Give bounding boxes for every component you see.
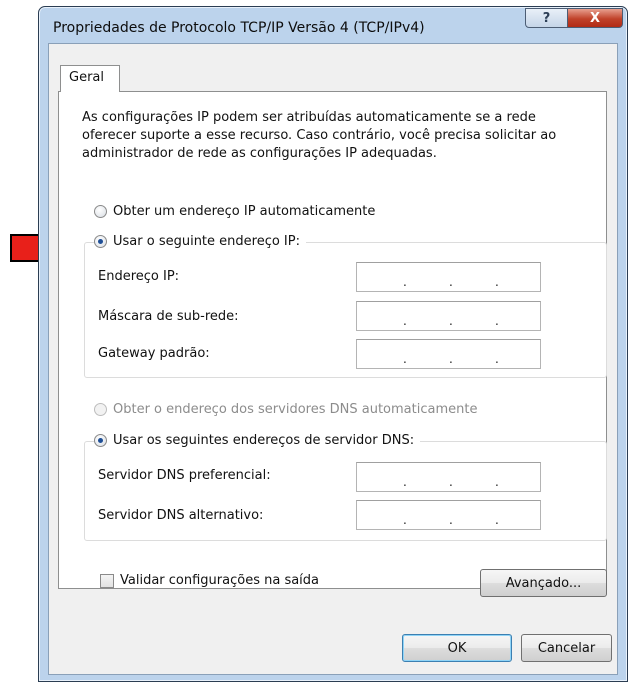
cancel-button[interactable]: Cancelar <box>521 634 612 662</box>
dns-auto-radio[interactable]: Obter o endereço dos servidores DNS auto… <box>94 399 484 419</box>
ip-address-input[interactable]: ... <box>356 262 541 292</box>
tab-geral[interactable]: Geral <box>60 65 120 92</box>
advanced-button[interactable]: Avançado... <box>480 569 607 597</box>
subnet-mask-input[interactable]: ... <box>356 301 541 331</box>
tab-label: Geral <box>69 70 104 85</box>
radio-button-selected-icon[interactable] <box>94 433 107 447</box>
ip-address-label: Endereço IP: <box>98 269 180 284</box>
ip-auto-label: Obter um endereço IP automaticamente <box>113 203 376 219</box>
gateway-label: Gateway padrão: <box>98 346 210 361</box>
window-title: Propriedades de Protocolo TCP/IP Versão … <box>53 20 425 36</box>
radio-button-icon[interactable] <box>94 204 107 218</box>
help-button[interactable]: ? <box>525 8 568 28</box>
preferred-dns-label: Servidor DNS preferencial: <box>98 468 271 483</box>
validate-checkbox[interactable]: Validar configurações na saída <box>100 573 319 588</box>
gateway-input[interactable]: ... <box>356 339 541 369</box>
alternate-dns-label: Servidor DNS alternativo: <box>98 508 264 523</box>
preferred-dns-input[interactable]: ... <box>356 462 541 492</box>
radio-button-disabled-icon[interactable] <box>94 402 107 416</box>
close-button[interactable]: X <box>567 8 623 28</box>
validate-label: Validar configurações na saída <box>120 573 320 588</box>
title-bar[interactable]: Propriedades de Protocolo TCP/IP Versão … <box>39 7 627 43</box>
ip-manual-label: Usar o seguinte endereço IP: <box>113 233 300 249</box>
dns-manual-radio[interactable]: Usar os seguintes endereços de servidor … <box>94 430 421 450</box>
dns-auto-label: Obter o endereço dos servidores DNS auto… <box>113 401 478 417</box>
ip-manual-radio[interactable]: Usar o seguinte endereço IP: <box>94 231 306 251</box>
ok-button[interactable]: OK <box>402 634 512 662</box>
ip-auto-radio[interactable]: Obter um endereço IP automaticamente <box>94 201 382 221</box>
radio-button-selected-icon[interactable] <box>94 234 107 248</box>
checkbox-icon[interactable] <box>100 573 114 588</box>
alternate-dns-input[interactable]: ... <box>356 500 541 530</box>
description-text: As configurações IP podem ser atribuídas… <box>82 110 557 161</box>
dns-manual-label: Usar os seguintes endereços de servidor … <box>113 432 415 448</box>
subnet-mask-label: Máscara de sub-rede: <box>98 309 239 324</box>
